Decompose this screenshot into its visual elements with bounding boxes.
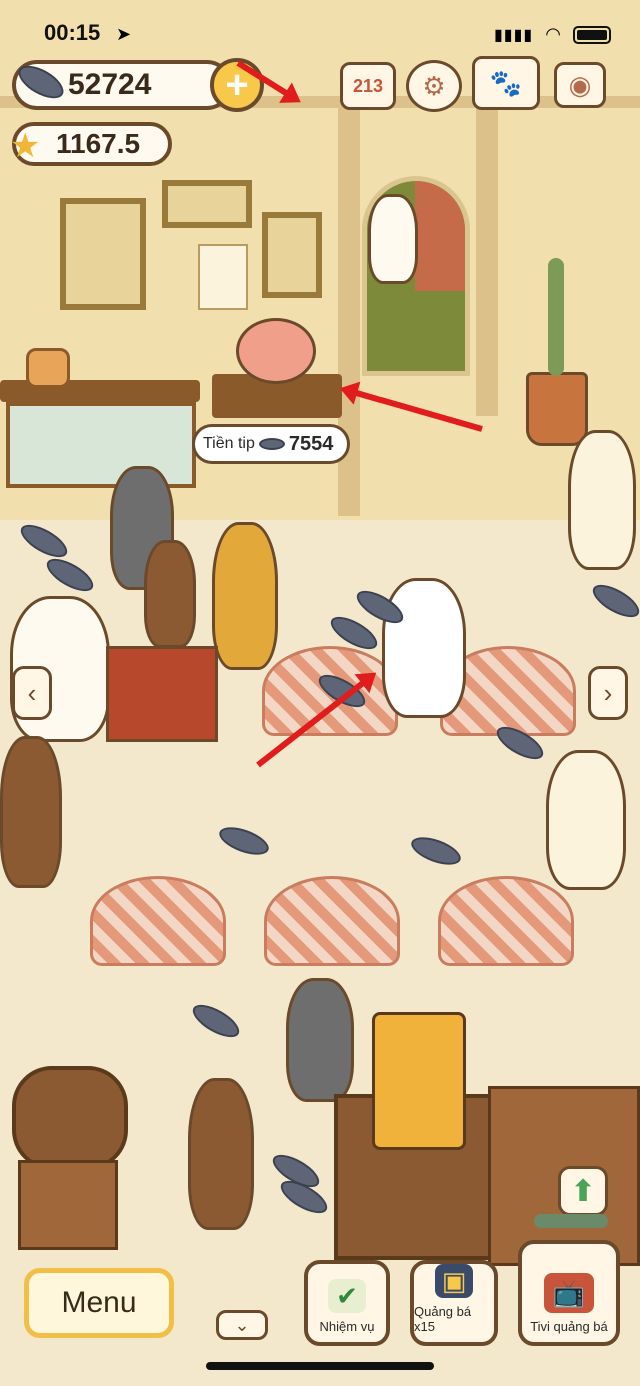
star-currency-icon: ★ [10,127,41,165]
dining-table[interactable] [264,876,400,966]
cat-portrait-frame [60,198,146,310]
tip-label: Tiền tip [203,435,255,452]
dining-table[interactable] [438,876,574,966]
cellular-signal-icon: ▮▮▮▮ [494,26,534,44]
rabbit-customer[interactable] [144,540,196,648]
star-currency-amount: 1167.5 [56,128,141,159]
tip-value: 7554 [288,432,334,455]
upgrade-button[interactable]: ⬆ [558,1166,608,1216]
missions-label: Nhiệm vụ [319,1319,375,1334]
certificate [198,244,248,310]
barrel-stand [18,1160,118,1250]
ranking-icon: 213 [352,75,384,96]
cat-waiter[interactable] [568,430,636,570]
gear-icon: ⚙ [422,70,446,101]
wifi-icon: ◠ [545,24,561,44]
dessert-display-case[interactable] [6,402,196,488]
paw-book-button[interactable]: 🐾 [472,56,540,110]
cat-at-door[interactable] [368,194,418,284]
giraffe-customer[interactable] [212,522,278,670]
mouse-customer[interactable] [286,978,354,1102]
status-time: 00:15 [44,20,101,45]
chevron-right-icon: › [603,677,613,708]
wooden-beam [476,96,498,416]
tv-ad-button[interactable]: 📺 Tivi quảng bá [518,1240,620,1346]
menu-button[interactable]: Menu [24,1268,174,1338]
promote-button[interactable]: ▣ Quảng bá x15 [410,1260,498,1346]
collapse-button[interactable]: ⌄ [216,1310,268,1340]
arrow-up-icon: ⬆ [570,1174,596,1208]
scroll-left-button[interactable]: ‹ [12,666,52,720]
checkbox-icon: ✔ [328,1279,366,1313]
home-indicator [206,1362,434,1370]
panda-waiter[interactable] [382,578,466,718]
fish-icon [258,438,285,450]
chevron-left-icon: ‹ [27,677,37,708]
fish-skeleton-frame [162,180,252,228]
tv-ad-label: Tivi quảng bá [530,1319,608,1334]
promote-label: Quảng bá x15 [414,1304,472,1334]
bear-customer[interactable] [0,736,62,888]
chevron-down-icon: ⌄ [234,1314,250,1335]
leaf-frame [262,212,322,298]
battery-icon [572,25,611,44]
paw-book-icon: 🐾 [489,67,523,98]
phone-promo-icon: ▣ [435,1264,473,1298]
ranking-button[interactable]: 213 [340,62,396,110]
tip-jar-bubble[interactable]: Tiền tip 7554 [192,424,350,464]
bear-customer[interactable] [188,1078,254,1230]
status-icons: ▮▮▮▮ ◠ [494,24,611,45]
menu-label: Menu [61,1286,137,1319]
barrel[interactable] [12,1066,128,1170]
camera-icon: ◉ [568,69,592,100]
cactus-pot [526,372,588,446]
pancake-stack [26,348,70,388]
cactus [548,258,564,376]
paw-table-cover [106,646,218,742]
missions-button[interactable]: ✔ Nhiệm vụ [304,1260,390,1346]
coffee-machine[interactable] [372,1012,466,1150]
fish-currency-amount: 52724 [68,68,152,101]
tv-icon: 📺 [544,1273,594,1313]
dog-customer[interactable] [546,750,626,890]
location-arrow-icon: ➤ [116,24,132,44]
camera-button[interactable]: ◉ [554,62,606,108]
progress-bar [534,1214,608,1228]
settings-button[interactable]: ⚙ [406,60,462,112]
scroll-right-button[interactable]: › [588,666,628,720]
piggy-bank[interactable] [236,318,316,384]
dining-table[interactable] [90,876,226,966]
